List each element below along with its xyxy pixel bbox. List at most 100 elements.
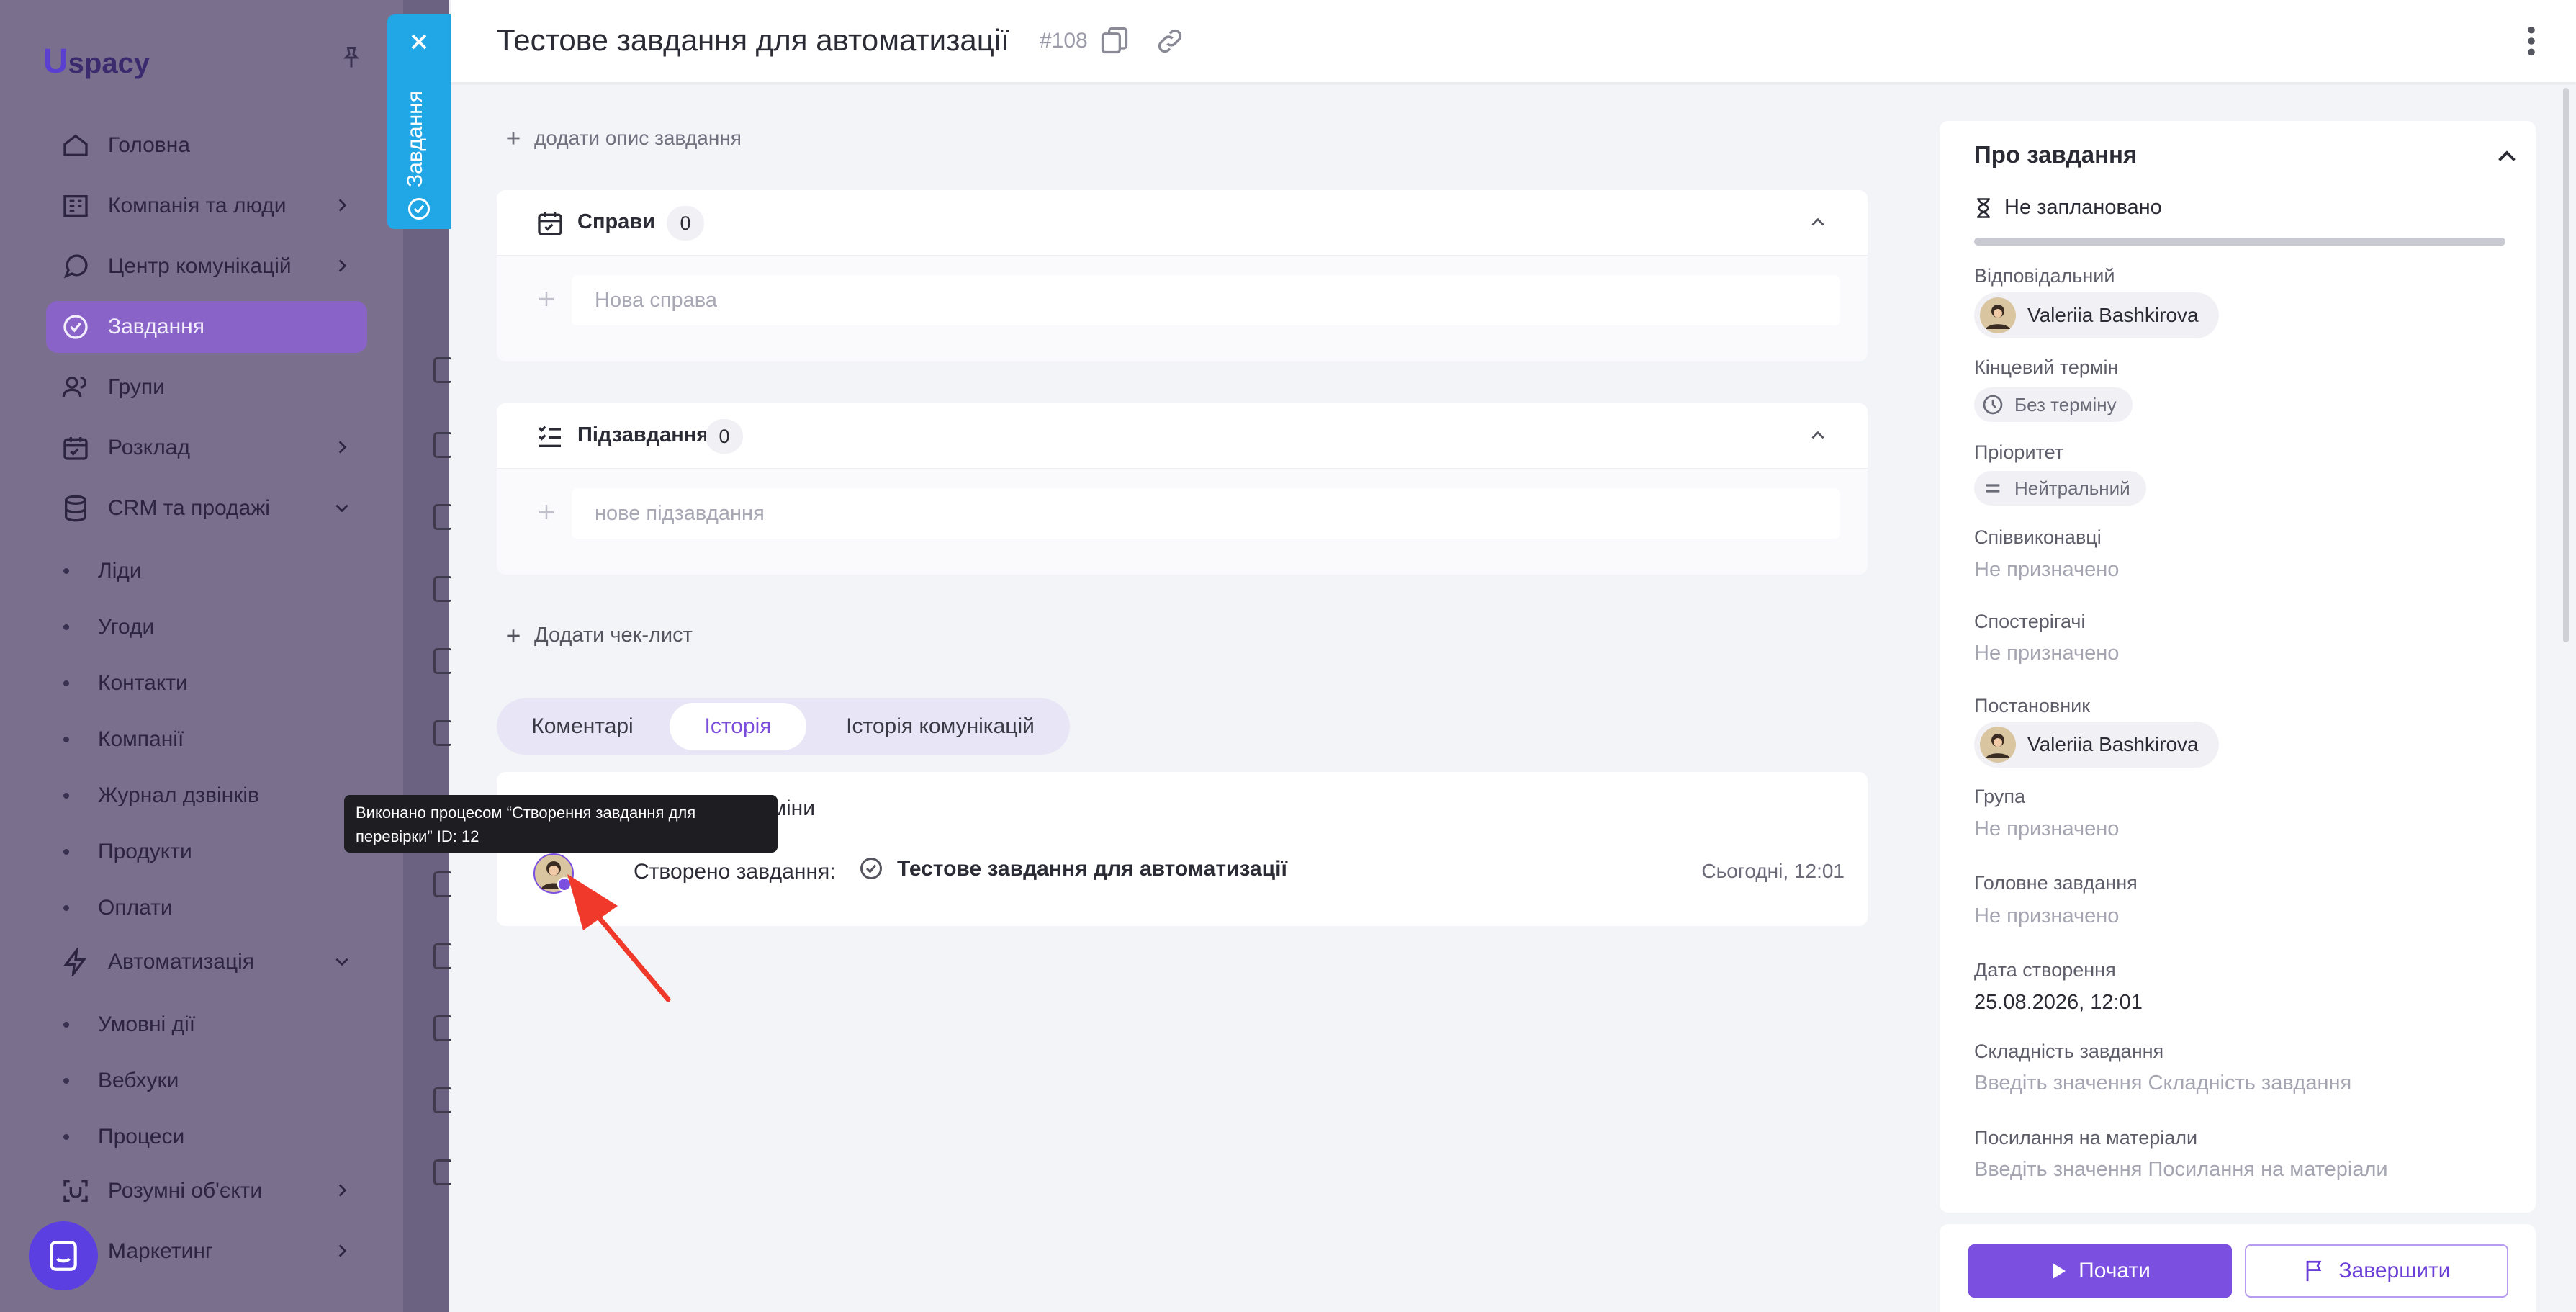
row-checkbox	[433, 576, 453, 602]
todos-header[interactable]: Справи 0	[497, 190, 1868, 256]
priority-chip[interactable]: Нейтральний	[1974, 471, 2146, 506]
task-title[interactable]: Тестове завдання для автоматизації	[497, 23, 1009, 58]
subtasks-card: Підзавдання 0	[497, 403, 1868, 575]
nav-sub-companies[interactable]: Компанії	[46, 711, 367, 768]
start-button[interactable]: Почати	[1968, 1244, 2232, 1298]
nav-item-home[interactable]: Головна	[46, 120, 367, 171]
side-tab-label: Завдання	[403, 91, 427, 187]
nav-item-communications[interactable]: Центр комунікацій	[46, 241, 367, 292]
nav-item-crm[interactable]: CRM та продажі	[46, 482, 367, 534]
nav-sub-processes[interactable]: Процеси	[46, 1109, 367, 1165]
nav-label: Маркетинг	[108, 1239, 213, 1263]
task-number: #108	[1040, 29, 1088, 53]
uspacy-logo[interactable]: Uspacy	[43, 42, 150, 81]
nav-label: Вебхуки	[98, 1069, 179, 1092]
main-nav: Головна Компанія та люди Центр комунікац…	[46, 120, 367, 1286]
nav-item-automation[interactable]: Автоматизація	[46, 936, 367, 988]
creator-name: Valeriia Bashkirova	[2027, 733, 2199, 755]
creator-chip[interactable]: Valeriia Bashkirova	[1974, 722, 2219, 768]
nav-sub-conditional-actions[interactable]: Умовні дії	[46, 997, 367, 1053]
pin-icon[interactable]	[338, 45, 364, 71]
history-task-link[interactable]: Тестове завдання для автоматизації	[897, 857, 1287, 881]
nav-sub-contacts[interactable]: Контакти	[46, 655, 367, 711]
company-icon	[59, 189, 92, 223]
coexecutors-value[interactable]: Не призначено	[1974, 558, 2119, 582]
chevron-right-icon	[338, 259, 347, 272]
schedule-status-text: Не заплановано	[2004, 196, 2162, 219]
nav-sub-products[interactable]: Продукти	[46, 824, 367, 880]
close-icon[interactable]	[406, 29, 432, 55]
row-checkbox	[433, 648, 453, 674]
deadline-value: Без терміну	[2014, 393, 2117, 415]
nav-item-groups[interactable]: Групи	[46, 361, 367, 413]
chevron-up-icon[interactable]	[1809, 426, 1827, 445]
plus-icon	[539, 292, 554, 306]
subtasks-header[interactable]: Підзавдання 0	[497, 403, 1868, 469]
nav-label: Умовні дії	[98, 1012, 196, 1036]
row-checkbox	[433, 1015, 453, 1041]
link-icon[interactable]	[1155, 26, 1185, 56]
about-task-panel: Про завдання Не заплановано Відповідальн…	[1940, 121, 2536, 1213]
chevron-up-icon[interactable]	[1809, 213, 1827, 232]
logo-text: spacy	[68, 48, 150, 79]
observers-value[interactable]: Не призначено	[1974, 642, 2119, 665]
deadline-chip[interactable]: Без терміну	[1974, 387, 2133, 422]
copy-icon[interactable]	[1099, 24, 1130, 56]
nav-sub-leads[interactable]: Ліди	[46, 543, 367, 599]
group-value[interactable]: Не призначено	[1974, 817, 2119, 841]
nav-item-tasks[interactable]: Завдання	[46, 301, 367, 353]
play-icon	[2053, 1263, 2066, 1279]
priority-value: Нейтральний	[2014, 477, 2130, 499]
new-subtask-input[interactable]	[572, 488, 1840, 539]
add-checklist-link[interactable]: Додати чек-лист	[504, 624, 693, 647]
chevron-right-icon	[338, 1244, 347, 1257]
tab-comments[interactable]: Коментарі	[504, 703, 661, 750]
deadline-label: Кінцевий термін	[1974, 356, 2119, 378]
materials-links-input[interactable]: Введіть значення Посилання на матеріали	[1974, 1158, 2388, 1182]
nav-sub-payments[interactable]: Оплати	[46, 880, 367, 936]
calendar-check-icon	[538, 212, 562, 235]
about-title: Про завдання	[1974, 141, 2138, 168]
row-checkbox	[433, 504, 453, 530]
plus-icon	[539, 505, 554, 519]
chevron-right-icon	[338, 199, 347, 212]
task-panel: Тестове завдання для автоматизації #108 …	[451, 0, 2576, 1312]
nav-item-schedule[interactable]: Розклад	[46, 422, 367, 474]
nav-sub-webhooks[interactable]: Вебхуки	[46, 1053, 367, 1109]
nav-label: Розумні об'єкти	[108, 1179, 263, 1203]
complexity-input[interactable]: Введіть значення Складність завдання	[1974, 1071, 2351, 1095]
nav-sub-call-log[interactable]: Журнал дзвінків	[46, 768, 367, 824]
panel-scrollbar[interactable]	[2563, 88, 2569, 642]
nav-item-company[interactable]: Компанія та люди	[46, 180, 367, 232]
responsible-chip[interactable]: Valeriia Bashkirova	[1974, 292, 2219, 338]
tab-history[interactable]: Історія	[670, 703, 806, 750]
new-todo-input[interactable]	[572, 275, 1840, 325]
priority-label: Пріоритет	[1974, 441, 2064, 463]
nav-sub-deals[interactable]: Угоди	[46, 599, 367, 655]
row-checkbox	[433, 943, 453, 969]
plus-icon	[507, 629, 520, 642]
nav-label: CRM та продажі	[108, 496, 270, 520]
clock-icon	[1983, 395, 2003, 415]
parent-task-value[interactable]: Не призначено	[1974, 904, 2119, 928]
todos-count-badge: 0	[667, 206, 704, 241]
support-chat-button[interactable]	[29, 1221, 98, 1290]
created-date-label: Дата створення	[1974, 959, 2116, 981]
nav-label: Розклад	[108, 436, 190, 459]
chevron-right-icon	[338, 441, 347, 454]
todos-title: Справи	[577, 210, 655, 233]
nav-label: Компанії	[98, 727, 184, 751]
created-date-value: 25.08.2026, 12:01	[1974, 991, 2143, 1014]
more-vertical-icon[interactable]	[2524, 24, 2539, 58]
add-description-link[interactable]: додати опис завдання	[504, 127, 742, 150]
row-checkbox	[433, 357, 453, 383]
nav-item-smart-objects[interactable]: Розумні об'єкти	[46, 1165, 367, 1217]
finish-button[interactable]: Завершити	[2245, 1244, 2508, 1298]
chevron-up-icon[interactable]	[2494, 144, 2520, 170]
chevron-down-icon	[335, 504, 348, 513]
plus-icon	[507, 132, 520, 145]
task-side-tab[interactable]: Завдання	[387, 14, 451, 229]
creator-label: Постановник	[1974, 695, 2091, 716]
annotation-arrow-icon	[567, 874, 671, 1002]
tab-communications-history[interactable]: Історія комунікацій	[818, 703, 1063, 750]
